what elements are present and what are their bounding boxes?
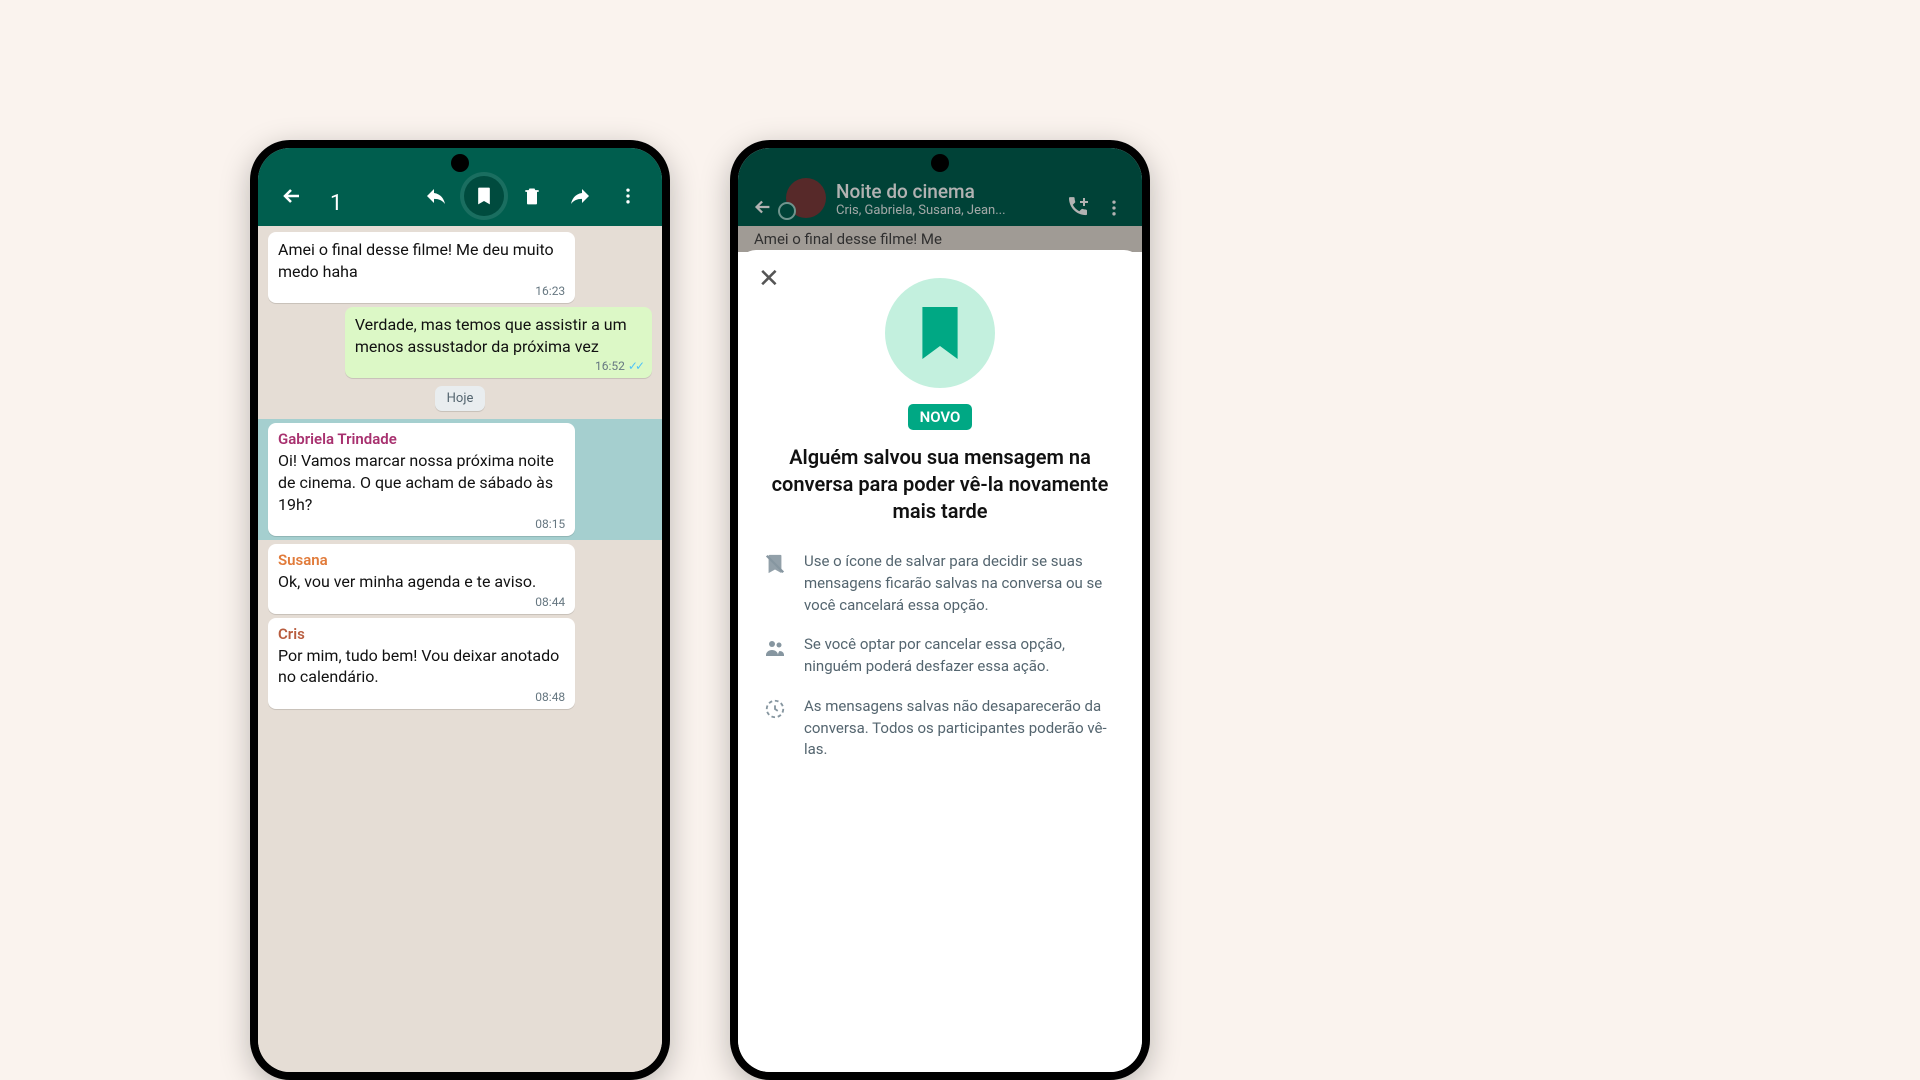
info-bottom-sheet: ✕ NOVO Alguém salvou sua mensagem na con… [738, 250, 1142, 1072]
promo-canvas: 1 Amei o final desse [170, 140, 1750, 1080]
timer-icon [762, 696, 788, 720]
more-icon[interactable] [608, 176, 648, 216]
info-text: Use o ícone de salvar para decidir se su… [804, 551, 1118, 616]
sender-name: Gabriela Trindade [278, 430, 565, 448]
disappearing-timer-icon [778, 202, 796, 220]
bookmark-icon[interactable] [464, 176, 504, 216]
message-bubble-in[interactable]: Amei o final desse filme! Me deu muito m… [268, 232, 575, 303]
bookmark-hero-icon [885, 278, 995, 388]
bookmark-off-icon [762, 551, 788, 575]
selected-message-row[interactable]: Gabriela Trindade Oi! Vamos marcar nossa… [258, 419, 662, 540]
info-row: Use o ícone de salvar para decidir se su… [762, 551, 1118, 616]
phone-right: Noite do cinema Cris, Gabriela, Susana, … [730, 140, 1150, 1080]
close-icon[interactable]: ✕ [758, 264, 780, 294]
message-time: 08:48 [278, 690, 565, 704]
back-icon[interactable] [752, 196, 776, 218]
message-text: Por mim, tudo bem! Vou deixar anotado no… [278, 645, 565, 688]
info-text: Se você optar por cancelar essa opção, n… [804, 634, 1118, 678]
camera-notch [451, 154, 469, 172]
chat-title-block[interactable]: Noite do cinema Cris, Gabriela, Susana, … [836, 180, 1056, 218]
message-time: 08:15 [278, 517, 565, 531]
message-text: Verdade, mas temos que assistir a um men… [355, 314, 642, 357]
reply-icon[interactable] [416, 176, 456, 216]
message-bubble-in[interactable]: Cris Por mim, tudo bem! Vou deixar anota… [268, 618, 575, 709]
background-message-peek: Amei o final desse filme! Me [738, 226, 1142, 252]
message-bubble-out[interactable]: Verdade, mas temos que assistir a um men… [345, 307, 652, 378]
delete-icon[interactable] [512, 176, 552, 216]
sender-name: Susana [278, 551, 565, 569]
camera-notch [931, 154, 949, 172]
chat-subtitle: Cris, Gabriela, Susana, Jean... [836, 203, 1056, 218]
info-row: As mensagens salvas não desaparecerão da… [762, 696, 1118, 761]
date-separator: Hoje [435, 386, 486, 411]
selected-count: 1 [330, 191, 408, 216]
info-text: As mensagens salvas não desaparecerão da… [804, 696, 1118, 761]
back-icon[interactable] [272, 176, 312, 216]
message-text: Amei o final desse filme! Me deu muito m… [278, 239, 565, 282]
sheet-heading: Alguém salvou sua mensagem na conversa p… [762, 444, 1118, 525]
new-badge: NOVO [908, 404, 973, 430]
message-time: 08:44 [278, 595, 565, 609]
info-row: Se você optar por cancelar essa opção, n… [762, 634, 1118, 678]
more-icon[interactable] [1100, 198, 1128, 218]
message-text: Oi! Vamos marcar nossa próxima noite de … [278, 450, 565, 515]
forward-icon[interactable] [560, 176, 600, 216]
phone-left: 1 Amei o final desse [250, 140, 670, 1080]
chat-title: Noite do cinema [836, 180, 1056, 203]
people-icon [762, 634, 788, 660]
sender-name: Cris [278, 625, 565, 643]
message-bubble-in[interactable]: Susana Ok, vou ver minha agenda e te avi… [268, 544, 575, 614]
add-call-icon[interactable] [1066, 194, 1090, 218]
message-time: 16:23 [278, 284, 565, 298]
chat-body[interactable]: Amei o final desse filme! Me deu muito m… [258, 226, 662, 1072]
message-bubble-in: Gabriela Trindade Oi! Vamos marcar nossa… [268, 423, 575, 536]
message-text: Ok, vou ver minha agenda e te aviso. [278, 571, 565, 593]
message-time: 16:52✓✓ [355, 359, 642, 373]
